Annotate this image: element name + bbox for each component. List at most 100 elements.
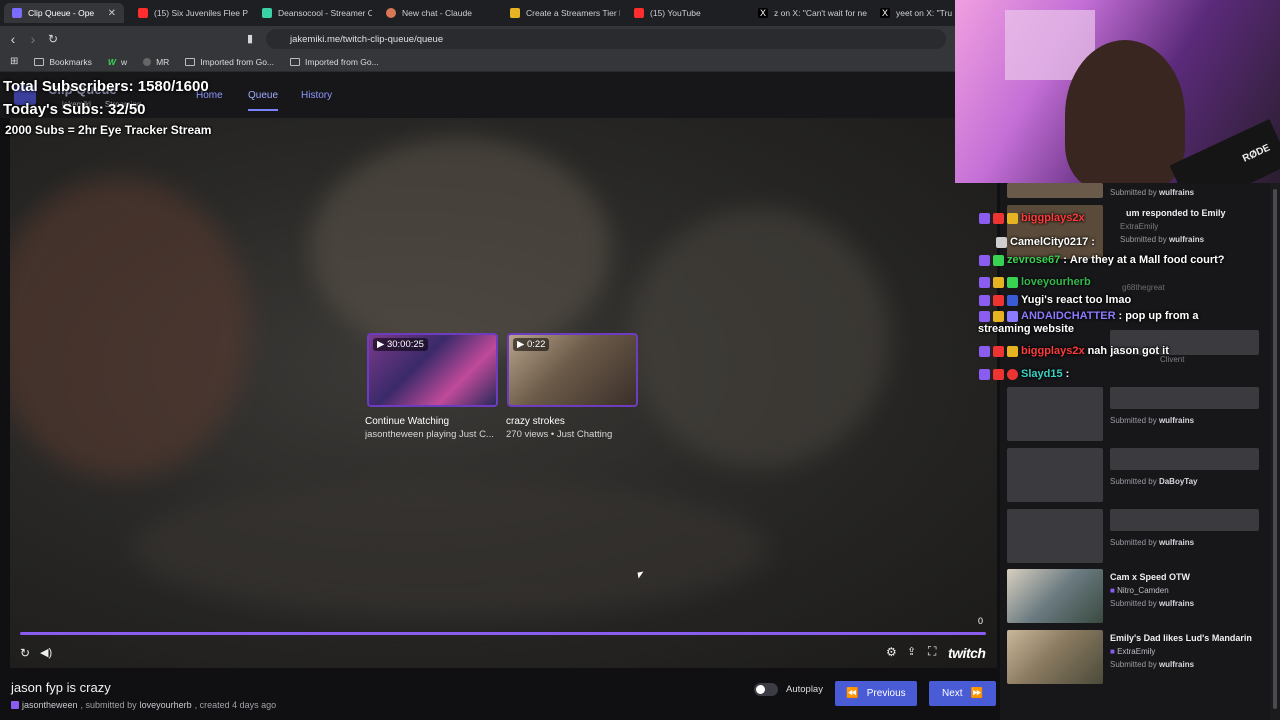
clip-submitter[interactable]: loveyourherb xyxy=(140,700,192,710)
subscriber-goal-overlay: 2000 Subs = 2hr Eye Tracker Stream xyxy=(5,123,212,137)
queue-item-title[interactable]: um responded to Emily xyxy=(1126,208,1226,218)
bookmark-item[interactable]: MR xyxy=(143,57,169,67)
bookmark-folder[interactable]: Imported from Go... xyxy=(290,57,379,67)
bookmarks-icon xyxy=(34,57,45,66)
queue-item-thumbnail[interactable] xyxy=(1007,448,1103,502)
next-button[interactable]: Next ⏩ xyxy=(929,681,996,706)
reload-icon[interactable]: ↻ xyxy=(45,31,61,47)
browser-tab[interactable]: X yeet on X: "Tru xyxy=(872,3,955,23)
submitted-by-label: Submitted by xyxy=(1110,416,1157,425)
badge-icon xyxy=(1007,368,1018,380)
apps-grid-icon[interactable]: ⊞ xyxy=(10,56,18,67)
chat-message: streaming website xyxy=(978,323,1074,335)
badge-icon xyxy=(993,254,1004,266)
end-card-title[interactable]: Continue Watching xyxy=(365,416,449,427)
browser-tab[interactable]: New chat - Claude xyxy=(378,3,496,23)
twitch-badge-icon xyxy=(11,701,19,709)
autoplay-toggle[interactable] xyxy=(754,683,778,696)
mouse-cursor-icon xyxy=(637,571,645,579)
video-frame-region xyxy=(130,478,770,618)
back-icon[interactable]: ‹ xyxy=(5,31,21,47)
browser-tab[interactable]: Create a Streamers Tier L xyxy=(502,3,620,23)
submitted-by-label: Submitted by xyxy=(1110,188,1157,197)
chat-colon: : xyxy=(1118,310,1123,322)
close-tab-icon[interactable]: ✕ xyxy=(108,8,116,19)
submitted-by-label: Submitted by xyxy=(1120,235,1167,244)
queue-item-thumbnail[interactable] xyxy=(1007,509,1103,563)
url-input[interactable]: jakemiki.me/twitch-clip-queue/queue xyxy=(266,29,946,49)
queue-item-channel: ExtraEmily xyxy=(1120,222,1159,231)
clip-created: , created 4 days ago xyxy=(194,700,277,710)
replay-icon[interactable]: ↻ xyxy=(20,646,30,660)
end-card-thumbnail[interactable]: ▶ 0:22 xyxy=(507,333,638,407)
nav-history[interactable]: History xyxy=(301,90,332,101)
badge-icon xyxy=(1007,310,1018,322)
bookmark-folder[interactable]: Imported from Go... xyxy=(185,57,274,67)
next-label: Next xyxy=(941,688,963,699)
chat-username: biggplays2x xyxy=(1021,212,1085,224)
time-counter: 0 xyxy=(978,616,984,626)
tab-label: New chat - Claude xyxy=(402,8,472,18)
queue-item-thumbnail[interactable] xyxy=(1007,630,1103,684)
clip-channel-link[interactable]: jasontheween xyxy=(22,700,78,710)
chat-username: ANDAIDCHATTER xyxy=(1021,310,1116,322)
badge-icon xyxy=(1007,276,1018,288)
badge-icon xyxy=(993,310,1004,322)
bookmark-item[interactable]: Ww xyxy=(108,57,127,67)
queue-item-submitter: Submitted by DaBoyTay xyxy=(1110,477,1197,486)
sub-badge-icon xyxy=(979,276,990,288)
badge-icon xyxy=(1007,345,1018,357)
progress-bar[interactable] xyxy=(20,632,986,635)
browser-tab[interactable]: (15) Six Juveniles Flee Po xyxy=(130,3,248,23)
browser-tab[interactable]: Clip Queue - Ope ✕ xyxy=(4,3,124,23)
subscriber-total-overlay: Total Subscribers: 1580/1600 xyxy=(3,78,209,95)
duration-label: ▶ 30:00:25 xyxy=(373,338,428,351)
tab-label: yeet on X: "Tru xyxy=(896,8,953,18)
chat-message: pop up from a xyxy=(1125,310,1199,322)
video-player[interactable]: ▶ 30:00:25 ▶ 0:22 Continue Watching jaso… xyxy=(10,118,997,668)
badge-icon xyxy=(996,236,1007,248)
browser-tab[interactable]: (15) YouTube xyxy=(626,3,744,23)
queue-item-title[interactable]: Cam x Speed OTW xyxy=(1110,572,1190,582)
end-card-thumbnail[interactable]: ▶ 30:00:25 xyxy=(367,333,498,407)
queue-scrollbar[interactable] xyxy=(1270,183,1280,720)
queue-item-title[interactable]: Emily's Dad likes Lud's Mandarin xyxy=(1110,633,1252,643)
share-icon[interactable]: ⇪ xyxy=(907,645,916,658)
chat-colon: : xyxy=(1063,254,1067,266)
tab-label: (15) YouTube xyxy=(650,8,701,18)
twitch-logo[interactable]: twitch xyxy=(948,645,986,661)
bookmarks-bar: ⊞ Bookmarks Ww MR Imported from Go... Im… xyxy=(0,52,955,72)
queue-item-thumbnail[interactable] xyxy=(1007,569,1103,623)
fullscreen-icon[interactable]: ⛶ xyxy=(928,644,936,659)
chat-line: Yugi's react too lmao xyxy=(979,294,1131,306)
channel-name: ExtraEmily xyxy=(1117,647,1156,656)
sub-badge-icon xyxy=(979,254,990,266)
x-icon: X xyxy=(758,8,768,18)
sub-badge-icon xyxy=(979,345,990,357)
tab-favicon-icon xyxy=(12,8,22,18)
bookmark-icon[interactable]: ▮ xyxy=(242,31,258,47)
folder-icon xyxy=(290,57,301,66)
queue-item-submitter: Submitted by wulfrains xyxy=(1110,188,1194,197)
settings-gear-icon[interactable]: ⚙ xyxy=(886,645,897,659)
bookmark-label: Imported from Go... xyxy=(305,56,379,67)
chat-username: biggplays2x xyxy=(1021,345,1085,357)
queue-item-submitter: Submitted by wulfrains xyxy=(1110,416,1194,425)
folder-icon xyxy=(185,57,196,66)
forward-icon[interactable]: › xyxy=(25,31,41,47)
queue-item-thumbnail[interactable] xyxy=(1007,387,1103,441)
browser-tab[interactable]: X z on X: "Can't wait for ne xyxy=(750,3,868,23)
site-icon xyxy=(510,8,520,18)
duration-value: 0:22 xyxy=(526,339,546,350)
nav-queue[interactable]: Queue xyxy=(248,90,279,111)
volume-icon[interactable]: ◀) xyxy=(40,646,52,659)
end-card-subtitle: jasontheween playing Just C... xyxy=(365,429,494,440)
queue-item-submitter: Submitted by wulfrains xyxy=(1120,235,1204,244)
previous-button[interactable]: ⏪ Previous xyxy=(835,681,917,706)
end-card-title[interactable]: crazy strokes xyxy=(506,416,565,427)
bookmark-item[interactable]: Bookmarks xyxy=(34,57,92,67)
twitch-badge-icon: ■ xyxy=(1110,647,1115,656)
queue-item-submitter: Submitted by wulfrains xyxy=(1110,599,1194,608)
queue-item-thumbnail[interactable] xyxy=(1007,183,1103,198)
browser-tab[interactable]: Deansocool - Streamer O xyxy=(254,3,372,23)
